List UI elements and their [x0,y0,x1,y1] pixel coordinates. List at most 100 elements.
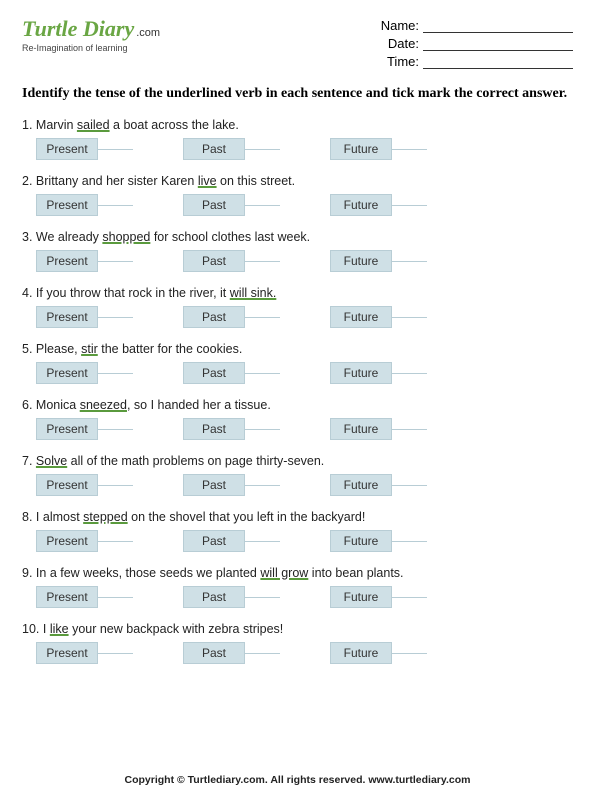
q-post: on this street. [217,174,296,188]
q-num: 6. [22,398,32,412]
option-past[interactable]: Past [183,474,245,496]
option-past[interactable]: Past [183,250,245,272]
option-future[interactable]: Future [330,474,392,496]
options-row: Present Past Future [22,362,573,384]
option-present[interactable]: Present [36,306,98,328]
q-pre: Brittany and her sister Karen [36,174,198,188]
q-pre: In a few weeks, those seeds we planted [36,566,260,580]
q-post: a boat across the lake. [110,118,239,132]
option-past[interactable]: Past [183,642,245,664]
name-input-line[interactable] [423,32,573,33]
logo-com: .com [136,27,160,39]
question-text: 10. I like your new backpack with zebra … [22,622,573,636]
q-num: 3. [22,230,32,244]
option-future[interactable]: Future [330,418,392,440]
option-future[interactable]: Future [330,530,392,552]
instructions: Identify the tense of the underlined ver… [22,84,573,104]
q-num: 2. [22,174,32,188]
option-present[interactable]: Present [36,138,98,160]
option-past[interactable]: Past [183,362,245,384]
time-label: Time: [387,54,419,69]
q-underlined-verb: like [50,622,69,636]
options-row: Present Past Future [22,138,573,160]
q-post: for school clothes last week. [150,230,310,244]
options-row: Present Past Future [22,418,573,440]
options-row: Present Past Future [22,530,573,552]
option-past[interactable]: Past [183,418,245,440]
option-present[interactable]: Present [36,642,98,664]
option-past[interactable]: Past [183,530,245,552]
q-post: the batter for the cookies. [98,342,243,356]
q-underlined-verb: will grow [260,566,308,580]
q-num: 7. [22,454,32,468]
q-underlined-verb: stepped [83,510,127,524]
question-text: 1. Marvin sailed a boat across the lake. [22,118,573,132]
q-underlined-verb: stir [81,342,98,356]
option-future[interactable]: Future [330,362,392,384]
q-underlined-verb: sailed [77,118,110,132]
question-text: 2. Brittany and her sister Karen live on… [22,174,573,188]
question-text: 9. In a few weeks, those seeds we plante… [22,566,573,580]
header: Turtle Diary.com Re-Imagination of learn… [22,18,573,72]
q-underlined-verb: shopped [102,230,150,244]
option-present[interactable]: Present [36,194,98,216]
q-pre: If you throw that rock in the river, it [36,286,230,300]
name-label: Name: [381,18,419,33]
option-past[interactable]: Past [183,194,245,216]
options-row: Present Past Future [22,250,573,272]
q-post: your new backpack with zebra stripes! [69,622,284,636]
option-future[interactable]: Future [330,138,392,160]
question-text: 5. Please, stir the batter for the cooki… [22,342,573,356]
option-future[interactable]: Future [330,250,392,272]
option-present[interactable]: Present [36,418,98,440]
options-row: Present Past Future [22,306,573,328]
time-input-line[interactable] [423,68,573,69]
q-underlined-verb: sneezed [80,398,127,412]
question-text: 4. If you throw that rock in the river, … [22,286,573,300]
q-num: 9. [22,566,32,580]
question-text: 7. Solve all of the math problems on pag… [22,454,573,468]
date-label: Date: [388,36,419,51]
option-present[interactable]: Present [36,362,98,384]
question-text: 8. I almost stepped on the shovel that y… [22,510,573,524]
q-pre: I [43,622,50,636]
q-post: on the shovel that you left in the backy… [128,510,366,524]
q-pre: We already [36,230,102,244]
footer: Copyright © Turtlediary.com. All rights … [0,774,595,786]
questions-list: 1. Marvin sailed a boat across the lake.… [22,118,573,664]
q-underlined-verb: live [198,174,217,188]
option-present[interactable]: Present [36,250,98,272]
q-post: , so I handed her a tissue. [127,398,271,412]
q-pre: Marvin [36,118,77,132]
options-row: Present Past Future [22,194,573,216]
q-pre: Monica [36,398,80,412]
q-num: 10. [22,622,39,636]
option-past[interactable]: Past [183,586,245,608]
q-num: 4. [22,286,32,300]
option-future[interactable]: Future [330,306,392,328]
option-present[interactable]: Present [36,530,98,552]
option-past[interactable]: Past [183,138,245,160]
date-input-line[interactable] [423,50,573,51]
option-future[interactable]: Future [330,586,392,608]
q-pre: Please, [36,342,81,356]
q-num: 8. [22,510,32,524]
q-post: all of the math problems on page thirty-… [67,454,324,468]
option-present[interactable]: Present [36,474,98,496]
option-past[interactable]: Past [183,306,245,328]
logo: Turtle Diary.com Re-Imagination of learn… [22,18,160,53]
option-future[interactable]: Future [330,642,392,664]
question-text: 6. Monica sneezed, so I handed her a tis… [22,398,573,412]
options-row: Present Past Future [22,642,573,664]
q-pre: I almost [36,510,83,524]
q-num: 5. [22,342,32,356]
option-future[interactable]: Future [330,194,392,216]
options-row: Present Past Future [22,586,573,608]
q-underlined-verb: will sink. [230,286,277,300]
q-num: 1. [22,118,32,132]
q-post: into bean plants. [308,566,403,580]
option-present[interactable]: Present [36,586,98,608]
logo-tagline: Re-Imagination of learning [22,43,160,53]
options-row: Present Past Future [22,474,573,496]
header-fields: Name: Date: Time: [381,18,573,72]
